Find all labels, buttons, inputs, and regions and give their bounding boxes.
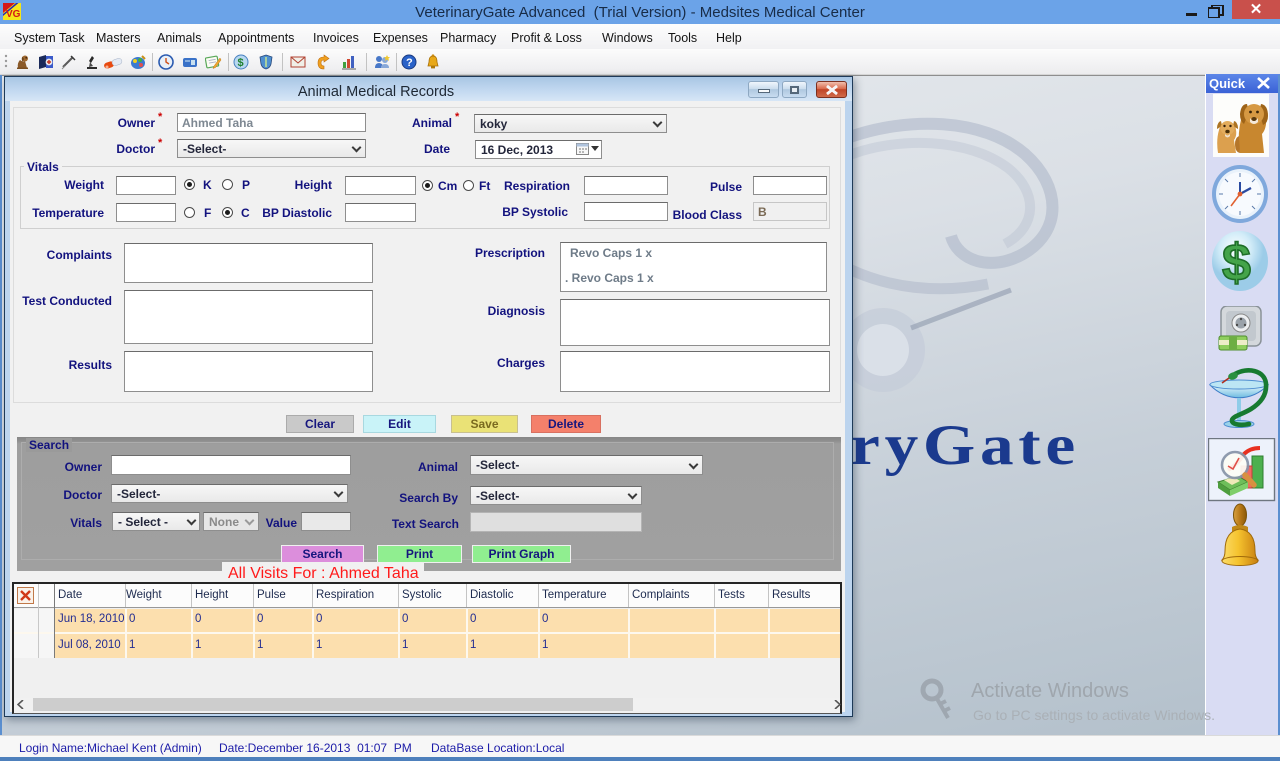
svg-text:$: $ [238, 57, 244, 69]
svg-text:?: ? [406, 57, 413, 69]
svg-text:$: $ [1222, 234, 1251, 292]
